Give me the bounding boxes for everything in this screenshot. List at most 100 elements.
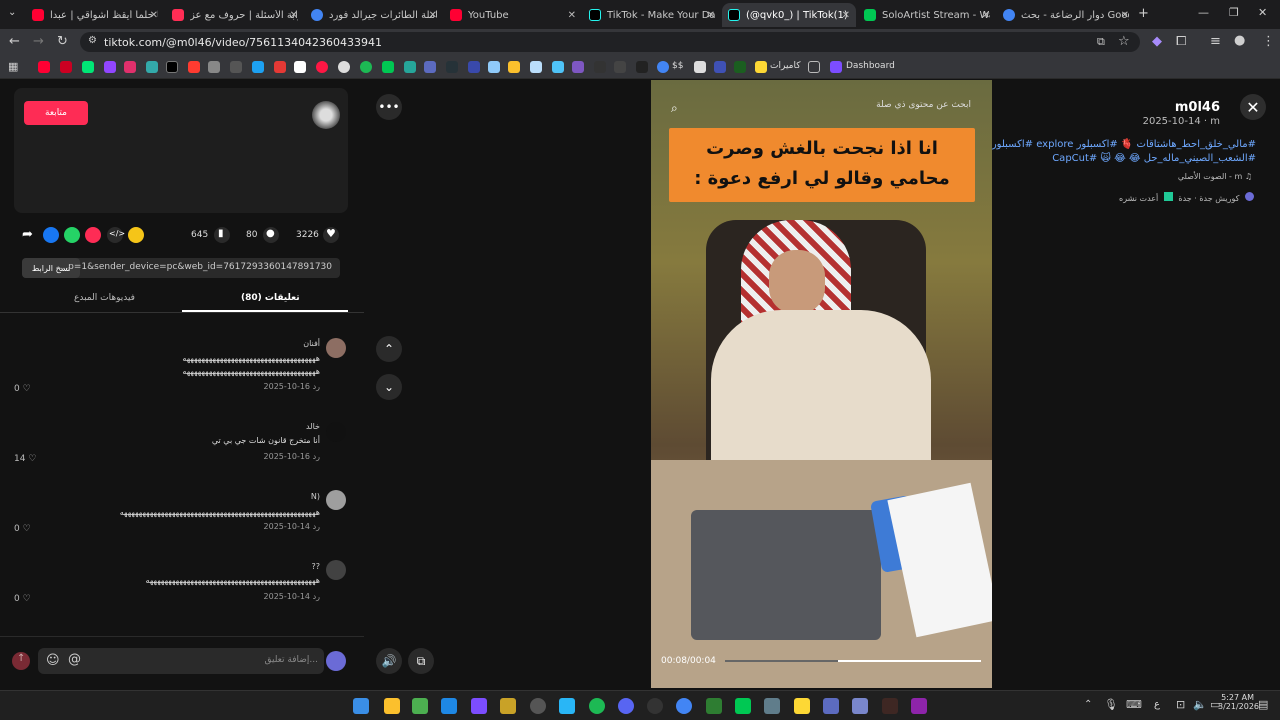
close-icon[interactable]: ✕	[290, 10, 298, 21]
close-icon[interactable]: ✕	[1121, 10, 1129, 21]
media-control-icon[interactable]: ≡	[1210, 35, 1221, 48]
close-icon[interactable]: ✕	[568, 10, 576, 21]
location-text[interactable]: كوريش جدة · جدة	[1178, 194, 1239, 203]
menu-icon[interactable]: ⋮	[1262, 35, 1275, 48]
bookmark-icon[interactable]	[636, 61, 648, 73]
bookmark-icon[interactable]	[424, 61, 436, 73]
like-button[interactable]: ♥	[323, 227, 339, 243]
comment-like-button[interactable]: 0 ♡	[14, 384, 31, 394]
taskbar-app-icon[interactable]	[911, 698, 927, 714]
share-arrow-icon[interactable]: ➦	[22, 228, 33, 241]
bookmark-icon[interactable]	[552, 61, 564, 73]
bookmark-icon[interactable]	[316, 61, 328, 73]
taskbar-app-icon[interactable]	[882, 698, 898, 714]
next-video-button[interactable]: ⌄	[376, 374, 402, 400]
bookmark-icon[interactable]	[188, 61, 200, 73]
bookmark-icon[interactable]	[468, 61, 480, 73]
network-icon[interactable]: ⊡	[1176, 699, 1185, 710]
mention-icon[interactable]: @	[68, 653, 81, 666]
whatsapp-share-button[interactable]	[64, 227, 80, 243]
reply-button[interactable]: رد	[313, 592, 320, 601]
reply-button[interactable]: رد	[313, 522, 320, 531]
video-player[interactable]: ابحث عن محتوى ذي صلة ⌕ انا اذا نجحت بالغ…	[651, 80, 992, 688]
post-hashtags-line1[interactable]: #مالي_خلق_احط_هاشتاقات 🫀 #اكسبلور explor…	[956, 139, 1256, 150]
bookmark-icon[interactable]	[208, 61, 220, 73]
bookmark-icon[interactable]	[294, 61, 306, 73]
bookmark-dollar[interactable]: $$	[672, 61, 683, 71]
minimize-icon[interactable]: —	[1198, 7, 1209, 18]
bookmark-excel-icon[interactable]	[734, 61, 746, 73]
extension-icon[interactable]: ◆	[1152, 35, 1162, 48]
more-options-button[interactable]: •••	[376, 94, 402, 120]
restore-icon[interactable]: ❐	[1229, 7, 1239, 18]
comment-input-field[interactable]: ☺ @ إضافة تعليق...	[38, 648, 324, 674]
taskbar-app-icon[interactable]	[647, 698, 663, 714]
new-tab-icon[interactable]: +	[1138, 7, 1149, 20]
author-avatar[interactable]	[312, 101, 340, 129]
commenter-avatar[interactable]	[326, 422, 346, 442]
tab-2[interactable]: بوابة الأسئلة | حروف مع عز ✕	[166, 3, 304, 27]
close-icon[interactable]: ✕	[982, 10, 990, 21]
taskbar-app-icon[interactable]	[852, 698, 868, 714]
picture-in-picture-button[interactable]: ⧉	[408, 648, 434, 674]
coin-share-button[interactable]	[128, 227, 144, 243]
bookmark-icon[interactable]	[338, 61, 350, 73]
bookmark-instagram-icon[interactable]	[124, 61, 136, 73]
bookmark-icon[interactable]	[446, 61, 458, 73]
bookmark-icon[interactable]	[614, 61, 626, 73]
bookmark-icon[interactable]	[404, 61, 416, 73]
taskbar-app-icon[interactable]	[471, 698, 487, 714]
chrome-icon[interactable]	[676, 698, 692, 714]
bookmark-icon[interactable]	[594, 61, 606, 73]
emoji-icon[interactable]: ☺	[46, 654, 60, 667]
bookmark-youtube-icon[interactable]	[38, 61, 50, 73]
start-icon[interactable]	[353, 698, 369, 714]
tab-7[interactable]: SoloArtist Stream - Watch ✕	[858, 3, 996, 27]
previous-video-button[interactable]: ⌃	[376, 336, 402, 362]
clock[interactable]: 5:27 AM 3/21/2026	[1218, 693, 1259, 711]
commenter-avatar[interactable]	[326, 338, 346, 358]
bookmark-icon[interactable]	[382, 61, 394, 73]
comment-like-button[interactable]: 0 ♡	[14, 524, 31, 534]
close-icon[interactable]: ✕	[842, 10, 850, 21]
bookmark-icon[interactable]	[360, 61, 372, 73]
site-info-icon[interactable]: ⚙	[88, 36, 97, 46]
bookmark-icon[interactable]	[714, 61, 726, 73]
sticky-notes-icon[interactable]	[794, 698, 810, 714]
comment-author[interactable]: خالد	[306, 422, 320, 431]
post-hashtags-line2[interactable]: #الشعب_الصيني_ماله_حل 😂 😂 🙀 #CapCut	[956, 153, 1256, 164]
taskbar-app-icon[interactable]	[735, 698, 751, 714]
shield-icon[interactable]	[559, 698, 575, 714]
notification-icon[interactable]: ▤	[1258, 699, 1268, 710]
bookmark-twitch-icon[interactable]	[104, 61, 116, 73]
taskbar-app-icon[interactable]	[500, 698, 516, 714]
tab-comments[interactable]: تعليقات (80)	[241, 293, 300, 303]
follow-button[interactable]: متابعة	[24, 101, 88, 125]
author-username[interactable]: m0l46	[1175, 100, 1220, 115]
install-app-icon[interactable]: ⧉	[1097, 36, 1105, 47]
tab-search-icon[interactable]: ⌄	[8, 8, 16, 18]
bookmark-icon[interactable]	[60, 61, 72, 73]
keyboard-icon[interactable]: ⌨	[1126, 699, 1142, 710]
bookmark-kick-icon[interactable]	[82, 61, 94, 73]
sound-link[interactable]: الصوت الأصلي - m ♫	[1178, 172, 1252, 181]
comment-like-button[interactable]: 0 ♡	[14, 594, 31, 604]
bookmark-icon[interactable]	[488, 61, 500, 73]
bookmark-icon[interactable]	[572, 61, 584, 73]
embed-button[interactable]: </>	[107, 227, 125, 243]
file-explorer-icon[interactable]	[384, 698, 400, 714]
microphone-icon[interactable]: 🎙	[1104, 699, 1118, 710]
input-language[interactable]: ع	[1154, 699, 1160, 710]
close-video-button[interactable]: ✕	[1240, 94, 1266, 120]
tab-creator-videos[interactable]: فيديوهات المبدع	[74, 293, 135, 303]
extensions-puzzle-icon[interactable]: ⧠	[1176, 35, 1186, 48]
profile-icon[interactable]: ●	[1234, 34, 1245, 47]
taskbar-app-icon[interactable]	[530, 698, 546, 714]
related-search[interactable]: ابحث عن محتوى ذي صلة	[671, 100, 971, 118]
comment-author[interactable]: أفنان	[303, 339, 320, 348]
tab-3[interactable]: حاملة الطائرات جيرالد فورد- ✕	[305, 3, 443, 27]
bookmark-dashboard[interactable]: Dashboard	[846, 61, 895, 71]
taskbar-app-icon[interactable]	[706, 698, 722, 714]
address-bar[interactable]: ⚙ tiktok.com/@m0l46/video/75611340423604…	[80, 32, 1140, 52]
post-comment-button[interactable]: ↑	[12, 652, 30, 670]
